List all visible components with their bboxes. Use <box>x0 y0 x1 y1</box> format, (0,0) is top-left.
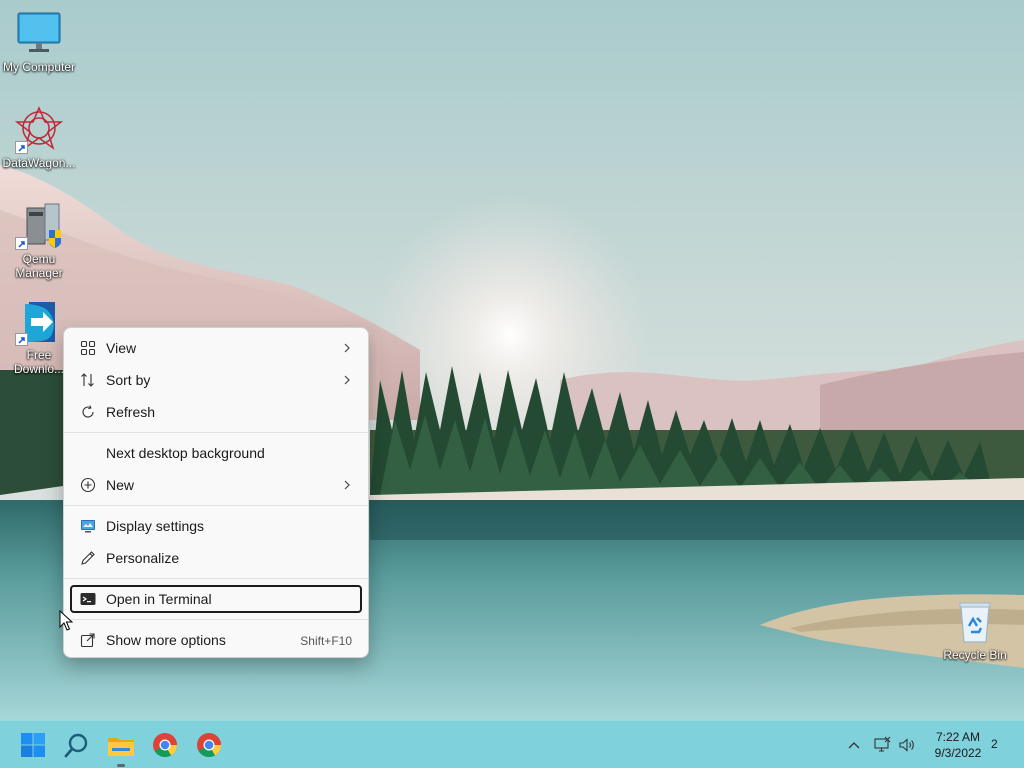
display-icon <box>80 518 96 534</box>
menu-separator <box>64 619 368 620</box>
menu-item-label: Sort by <box>106 372 151 388</box>
tray-overflow-chevron[interactable] <box>846 737 862 753</box>
menu-item-view[interactable]: View <box>70 334 362 362</box>
taskbar-app-chrome-2[interactable] <box>193 729 225 761</box>
menu-item-label: Show more options <box>106 632 226 648</box>
menu-item-show-more-options[interactable]: Show more options Shift+F10 <box>70 626 362 654</box>
menu-item-new[interactable]: New <box>70 471 362 499</box>
menu-item-open-in-terminal[interactable]: Open in Terminal <box>70 585 362 613</box>
start-button[interactable] <box>17 729 49 761</box>
chevron-right-icon <box>342 478 352 492</box>
folder-icon <box>108 738 134 756</box>
chrome-icon <box>197 733 221 758</box>
free-download-manager-icon <box>15 298 63 346</box>
desktop-icon-label: Qemu <box>22 252 56 266</box>
chevron-right-icon <box>342 373 352 387</box>
clock-time: 7:22 AM <box>935 730 981 744</box>
shortcut-arrow-icon <box>15 333 28 346</box>
menu-item-label: Personalize <box>106 550 180 566</box>
desktop-icon-my-computer[interactable]: My Computer <box>1 10 77 74</box>
menu-separator <box>64 432 368 433</box>
search-button[interactable] <box>61 729 93 761</box>
menu-item-display-settings[interactable]: Display settings <box>70 512 362 540</box>
desktop-icon-qemu-manager[interactable]: Qemu Manager <box>1 202 77 280</box>
menu-item-sort-by[interactable]: Sort by <box>70 366 362 394</box>
terminal-icon <box>80 591 96 607</box>
menu-item-refresh[interactable]: Refresh <box>70 398 362 426</box>
monitor-icon <box>15 10 63 58</box>
menu-item-label: Next desktop background <box>106 445 265 461</box>
chevron-right-icon <box>342 341 352 355</box>
shortcut-arrow-icon <box>15 141 28 154</box>
grid-icon <box>80 340 96 356</box>
chevron-up-icon <box>848 742 860 749</box>
desktop-icon-recycle-bin[interactable]: Recycle Bin <box>937 598 1013 662</box>
taskbar-app-chrome[interactable] <box>149 729 181 761</box>
keyboard-shortcut: Shift+F10 <box>300 634 352 648</box>
menu-item-label: Display settings <box>106 518 205 534</box>
menu-separator <box>64 578 368 579</box>
menu-item-label: Refresh <box>106 404 156 420</box>
recycle-bin-icon <box>951 598 999 646</box>
menu-item-label: Open in Terminal <box>106 591 212 607</box>
pen-icon <box>80 550 96 566</box>
menu-separator <box>64 505 368 506</box>
menu-item-next-desktop-background[interactable]: Next desktop background <box>70 439 362 467</box>
volume-control[interactable] <box>898 736 916 754</box>
desktop-icon-label: DataWagon... <box>2 156 76 170</box>
desktop-icon-datawagon[interactable]: DataWagon... <box>1 106 77 170</box>
desktop-icon-label: Recycle Bin <box>943 648 1007 662</box>
qemu-manager-icon <box>15 202 63 250</box>
desktop-icon-label: My Computer <box>2 60 76 74</box>
refresh-icon <box>80 404 96 420</box>
windows-logo-icon <box>21 733 45 757</box>
desktop-context-menu: View Sort by Refresh Next desktop backgr… <box>63 327 369 658</box>
menu-item-label: View <box>106 340 137 356</box>
search-icon <box>64 733 88 758</box>
speaker-icon <box>899 738 914 752</box>
notification-count-badge[interactable]: 2 <box>991 737 998 751</box>
plus-circle-icon <box>80 477 96 493</box>
taskbar: 7:22 AM 9/3/2022 2 <box>0 720 1024 768</box>
shortcut-arrow-icon <box>15 237 28 250</box>
taskbar-app-file-explorer[interactable] <box>105 729 137 767</box>
mouse-cursor-icon <box>59 609 74 637</box>
network-icon <box>874 736 891 752</box>
datawagon-icon <box>14 106 64 154</box>
menu-item-label: New <box>106 477 135 493</box>
clock-date: 9/3/2022 <box>934 746 982 760</box>
desktop-icon-label: Manager <box>15 266 63 280</box>
chrome-icon <box>153 733 177 758</box>
sort-icon <box>80 372 96 388</box>
menu-item-personalize[interactable]: Personalize <box>70 544 362 572</box>
taskbar-clock[interactable]: 7:22 AM 9/3/2022 <box>928 729 988 761</box>
network-status[interactable] <box>873 736 891 754</box>
share-icon <box>80 632 96 648</box>
